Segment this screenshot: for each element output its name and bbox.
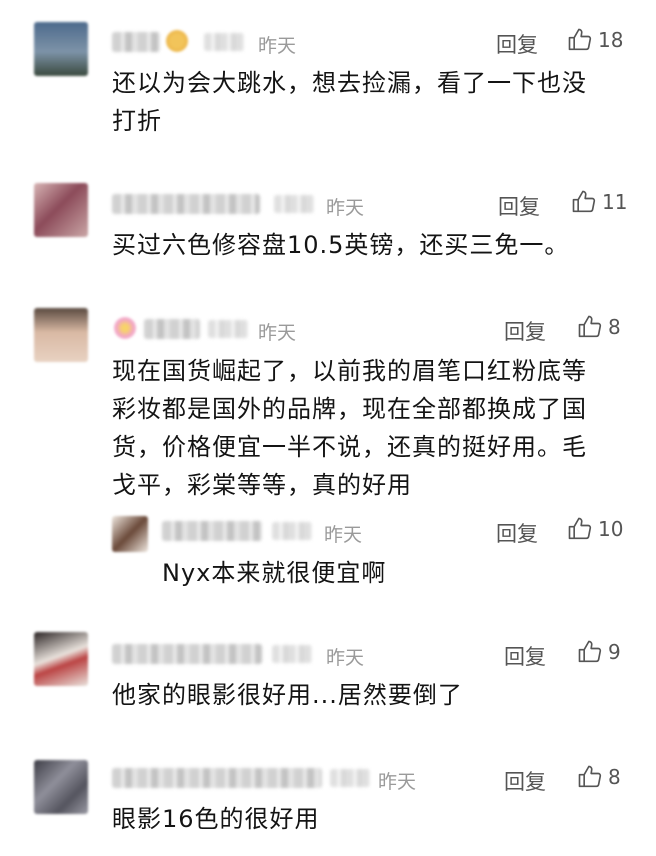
like-count: 9 (608, 640, 621, 664)
location-blurred (272, 522, 312, 540)
location-blurred (274, 195, 314, 213)
like-button[interactable]: 8 (576, 763, 621, 791)
comment-time: 昨天 (326, 197, 365, 219)
like-button[interactable]: 10 (566, 515, 623, 543)
reply-button[interactable]: 回复 (504, 641, 546, 671)
comment-text: 眼影16色的很好用 (112, 805, 320, 833)
thumbs-up-icon (578, 640, 602, 663)
comment-text: 现在国货崛起了，以前我的眉笔口红粉底等 彩妆都是国外的品牌，现在全部都换成了国 … (112, 357, 587, 499)
location-blurred (204, 33, 244, 51)
emoji-icon (166, 30, 188, 52)
reply-button[interactable]: 回复 (498, 191, 540, 221)
like-count: 10 (598, 517, 624, 541)
avatar[interactable] (34, 308, 88, 362)
comment-text: 还以为会大跳水，想去捡漏，看了一下也没 打折 (112, 69, 587, 135)
thumbs-up-icon (578, 315, 602, 338)
like-count: 8 (608, 765, 621, 789)
like-button[interactable]: 8 (576, 313, 621, 341)
username-blurred[interactable] (162, 521, 262, 541)
reply-button[interactable]: 回复 (504, 316, 546, 346)
comment-time: 昨天 (258, 322, 297, 344)
avatar[interactable] (34, 632, 88, 686)
like-button[interactable]: 18 (566, 26, 623, 54)
username-blurred[interactable] (112, 32, 160, 52)
flower-icon (114, 317, 136, 339)
location-blurred (330, 769, 370, 787)
comment-time: 昨天 (324, 524, 363, 546)
username-blurred[interactable] (112, 768, 322, 788)
comment-time: 昨天 (378, 771, 417, 793)
thumbs-up-icon (572, 190, 596, 213)
avatar[interactable] (34, 760, 88, 814)
avatar[interactable] (112, 516, 148, 552)
comment-text: 买过六色修容盘10.5英镑，还买三免一。 (112, 231, 570, 259)
thumbs-up-icon (578, 765, 602, 788)
username-blurred[interactable] (112, 194, 260, 214)
avatar[interactable] (34, 183, 88, 237)
avatar[interactable] (34, 22, 88, 76)
like-count: 18 (598, 28, 624, 52)
comment-time: 昨天 (258, 35, 297, 57)
thumbs-up-icon (568, 28, 592, 51)
like-button[interactable]: 11 (570, 188, 627, 216)
comment-time: 昨天 (326, 647, 365, 669)
username-blurred[interactable] (112, 644, 262, 664)
reply-button[interactable]: 回复 (496, 518, 538, 548)
like-count: 11 (602, 190, 628, 214)
like-count: 8 (608, 315, 621, 339)
location-blurred (272, 645, 312, 663)
username-blurred[interactable] (144, 319, 200, 339)
location-blurred (208, 320, 248, 338)
like-button[interactable]: 9 (576, 638, 621, 666)
reply-button[interactable]: 回复 (504, 766, 546, 796)
comment-text: Nyx本来就很便宜啊 (162, 559, 387, 587)
thumbs-up-icon (568, 517, 592, 540)
reply-button[interactable]: 回复 (496, 29, 538, 59)
comment-text: 他家的眼影很好用...居然要倒了 (112, 681, 463, 709)
